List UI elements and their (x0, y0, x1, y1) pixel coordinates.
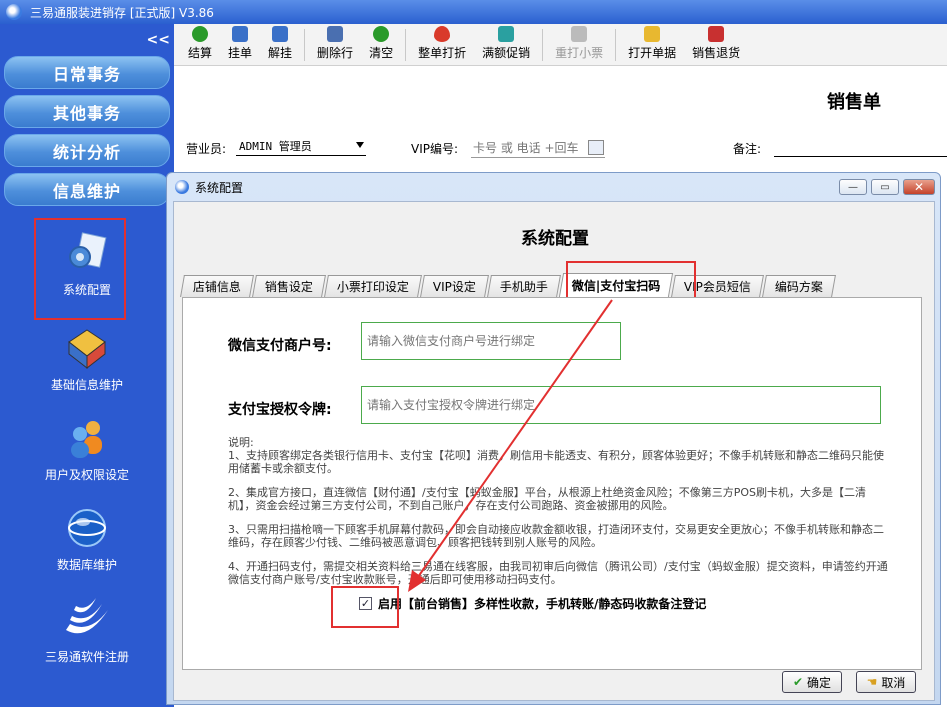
app-logo-icon (6, 4, 22, 20)
app-titlebar: 三易通服装进销存 [正式版] V3.86 (0, 0, 947, 24)
cubes-icon (65, 326, 109, 370)
checkbox-highlight-box (331, 586, 399, 628)
sales-title: 销售单 (827, 92, 881, 113)
system-config-highlight-box (34, 218, 126, 320)
dialog-heading: 系统配置 (521, 229, 589, 249)
dialog-title: 系统配置 (195, 180, 244, 195)
vip-lookup-icon[interactable] (588, 140, 604, 155)
reprint-receipt-button[interactable]: 重打小票 (547, 26, 611, 65)
tab-sales-settings[interactable]: 销售设定 (252, 275, 326, 297)
nav-info-maintenance[interactable]: 信息维护 (4, 173, 170, 206)
dialog-body: 系统配置 店铺信息 销售设定 小票打印设定 VIP设定 手机助手 微信|支付宝扫… (173, 201, 935, 701)
explain-heading: 说明: (228, 436, 254, 449)
vip-input[interactable] (471, 138, 605, 158)
explain-item: 3、只需用扫描枪嘀一下顾客手机屏幕付款码，即会自动接应收款金额收银，打造闭环支付… (228, 523, 884, 549)
explain-item: 2、集成官方接口，直连微信【财付通】/支付宝【蚂蚁金服】平台，从根源上杜绝资金风… (228, 486, 866, 512)
sidebar-item-label: 三易通软件注册 (44, 650, 129, 664)
cancel-button[interactable]: ☚ 取消 (856, 671, 916, 693)
check-icon: ✔ (792, 675, 804, 689)
check-icon (192, 26, 208, 42)
explain-item: 4、开通扫码支付，需提交相关资料给三易通在线客服，由我司初审后向微信（腾讯公司）… (228, 560, 888, 586)
full-amount-promo-button[interactable]: 满额促销 (474, 26, 538, 65)
toolbar-separator (615, 29, 617, 61)
tab-bar: 店铺信息 销售设定 小票打印设定 VIP设定 手机助手 微信|支付宝扫码 VIP… (180, 273, 837, 297)
sidebar-item-basic-info[interactable]: 基础信息维护 (0, 326, 174, 393)
chevron-down-icon (356, 142, 364, 148)
alipay-token-label: 支付宝授权令牌: (228, 402, 332, 418)
nav-statistics[interactable]: 统计分析 (4, 134, 170, 167)
hang-order-icon (232, 26, 249, 42)
maximize-button[interactable]: ▭ (871, 179, 899, 195)
remark-field[interactable] (774, 156, 947, 157)
delete-row-button[interactable]: 删除行 (309, 26, 361, 65)
app-title: 三易通服装进销存 [正式版] V3.86 (30, 5, 214, 20)
unhang-button[interactable]: 解挂 (260, 26, 300, 65)
dialog-app-icon (175, 180, 189, 194)
toolbar-separator (405, 29, 407, 61)
salesman-label: 营业员: (186, 142, 227, 156)
wechat-merchant-input[interactable] (361, 322, 621, 360)
hang-order-button[interactable]: 挂单 (220, 26, 260, 65)
clear-button[interactable]: 清空 (361, 26, 401, 65)
explanation-text: 说明: 1、支持顾客绑定各类银行信用卡、支付宝【花呗】消费，刷信用卡能透支、有积… (228, 436, 890, 597)
salesman-select[interactable]: ADMIN 管理员 (236, 136, 366, 156)
sales-return-button[interactable]: 销售退货 (684, 26, 748, 65)
unhang-icon (272, 26, 289, 42)
users-icon (65, 416, 109, 460)
wechat-merchant-label: 微信支付商户号: (228, 338, 332, 354)
open-document-button[interactable]: 打开单据 (620, 26, 684, 65)
tab-vip-settings[interactable]: VIP设定 (420, 275, 489, 297)
sidebar-item-users-permissions[interactable]: 用户及权限设定 (0, 416, 174, 483)
refresh-icon (373, 26, 390, 42)
tab-store-info[interactable]: 店铺信息 (180, 275, 254, 297)
sidebar-item-label: 数据库维护 (56, 558, 117, 572)
dialog-titlebar: 系统配置 (167, 173, 940, 201)
toolbar-separator (304, 29, 306, 61)
minimize-button[interactable]: — (839, 179, 867, 195)
remark-label: 备注: (733, 142, 762, 156)
globe-icon (65, 506, 109, 550)
hand-icon: ☚ (866, 675, 878, 689)
return-icon (708, 26, 725, 42)
collapse-sidebar-button[interactable]: << (147, 32, 170, 48)
system-config-dialog: 系统配置 — ▭ ✕ 系统配置 店铺信息 销售设定 小票打印设定 VIP设定 手… (166, 172, 941, 705)
toolbar: 结算 挂单 解挂 删除行 清空 整单打折 满额促销 重打小票 打开单据 销售退货 (174, 24, 947, 66)
scan-pay-panel: 微信支付商户号: 支付宝授权令牌: 说明: 1、支持顾客绑定各类银行信用卡、支付… (182, 297, 922, 670)
order-discount-button[interactable]: 整单打折 (410, 26, 474, 65)
vip-label: VIP编号: (411, 142, 459, 156)
sidebar-item-database[interactable]: 数据库维护 (0, 506, 174, 573)
tab-coding-scheme[interactable]: 编码方案 (762, 275, 837, 297)
nav-other-affairs[interactable]: 其他事务 (4, 95, 170, 128)
explain-item: 1、支持顾客绑定各类银行信用卡、支付宝【花呗】消费，刷信用卡能透支、有积分，顾客… (228, 449, 884, 475)
alipay-token-input[interactable] (361, 386, 881, 424)
sidebar-item-label: 用户及权限设定 (44, 468, 129, 482)
folder-icon (644, 26, 661, 42)
sidebar-item-registration[interactable]: 三易通软件注册 (0, 590, 174, 665)
sales-form: 销售单 营业员: ADMIN 管理员 VIP编号: 备注: (174, 66, 947, 176)
enable-multi-payment-option[interactable]: ✓ 启用【前台销售】多样性收款，手机转账/静态码收款备注登记 (359, 595, 706, 612)
close-button[interactable]: ✕ (903, 179, 935, 195)
tab-receipt-print[interactable]: 小票打印设定 (324, 275, 422, 297)
swoosh-logo-icon (62, 590, 112, 644)
toolbar-separator (542, 29, 544, 61)
sidebar: << 日常事务 其他事务 统计分析 信息维护 系统配置 基础信息维护 用户及权限… (0, 24, 174, 707)
enable-multi-payment-label: 启用【前台销售】多样性收款，手机转账/静态码收款备注登记 (378, 597, 707, 611)
tab-mobile-assistant[interactable]: 手机助手 (487, 275, 562, 297)
strawberry-icon (434, 26, 451, 42)
ok-button[interactable]: ✔ 确定 (782, 671, 842, 693)
gift-icon (498, 26, 515, 42)
printer-icon (571, 26, 588, 42)
delete-row-icon (327, 26, 344, 42)
settle-button[interactable]: 结算 (180, 26, 220, 65)
nav-daily-affairs[interactable]: 日常事务 (4, 56, 170, 89)
sidebar-item-label: 基础信息维护 (50, 378, 123, 392)
